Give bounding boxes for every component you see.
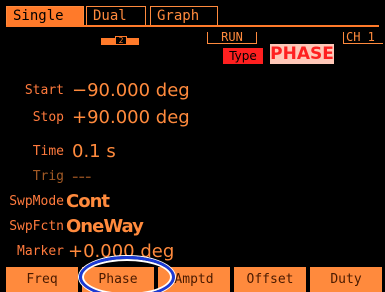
param-row-time[interactable]: Time 0.1 s: [0, 140, 385, 164]
param-row-start[interactable]: Start −90.000 deg: [0, 79, 385, 103]
param-value-swpmode[interactable]: Cont: [66, 190, 110, 214]
param-row-trig[interactable]: Trig ---: [0, 165, 385, 189]
softkey-freq[interactable]: Freq: [6, 267, 78, 292]
softkey-offset[interactable]: Offset: [234, 267, 306, 292]
channel-indicator: 2: [101, 36, 139, 45]
softkey-amptd[interactable]: Amptd: [158, 267, 230, 292]
param-row-swpfctn[interactable]: SwpFctn OneWay: [0, 215, 385, 239]
param-value-start[interactable]: −90.000 deg: [72, 79, 190, 103]
param-value-time[interactable]: 0.1 s: [72, 140, 116, 164]
tab-graph[interactable]: Graph: [150, 6, 218, 26]
tab-dual[interactable]: Dual: [86, 6, 146, 26]
param-label-trig: Trig: [32, 169, 64, 184]
param-row-swpmode[interactable]: SwpMode Cont: [0, 190, 385, 214]
softkey-bar: Freq Phase Amptd Offset Duty: [6, 267, 382, 292]
instrument-screen: Single Dual Graph 2 RUN CH 1 Type PHASE …: [0, 0, 385, 292]
run-status-label: RUN: [207, 31, 257, 44]
param-value-swpfctn[interactable]: OneWay: [66, 215, 144, 239]
softkey-duty[interactable]: Duty: [310, 267, 382, 292]
tab-underline: [6, 25, 379, 27]
param-label-start: Start: [24, 83, 64, 98]
param-label-stop: Stop: [32, 110, 64, 125]
channel-label: CH 1: [343, 31, 383, 44]
tab-single[interactable]: Single: [6, 6, 84, 26]
channel-indicator-bar-left: [101, 38, 115, 45]
sweep-type-value[interactable]: PHASE: [270, 44, 334, 64]
param-label-swpmode: SwpMode: [9, 194, 64, 209]
param-label-time: Time: [32, 144, 64, 159]
channel-indicator-bar-right: [127, 38, 139, 45]
param-value-marker[interactable]: +0.000 deg: [68, 240, 174, 264]
param-value-trig[interactable]: ---: [72, 165, 92, 189]
param-label-swpfctn: SwpFctn: [9, 219, 64, 234]
param-label-marker: Marker: [17, 244, 64, 259]
param-row-stop[interactable]: Stop +90.000 deg: [0, 106, 385, 130]
param-row-marker[interactable]: Marker +0.000 deg: [0, 240, 385, 264]
sweep-type-label: Type: [223, 48, 263, 64]
param-value-stop[interactable]: +90.000 deg: [72, 106, 190, 130]
softkey-phase[interactable]: Phase: [82, 267, 154, 292]
channel-indicator-number: 2: [115, 36, 127, 45]
